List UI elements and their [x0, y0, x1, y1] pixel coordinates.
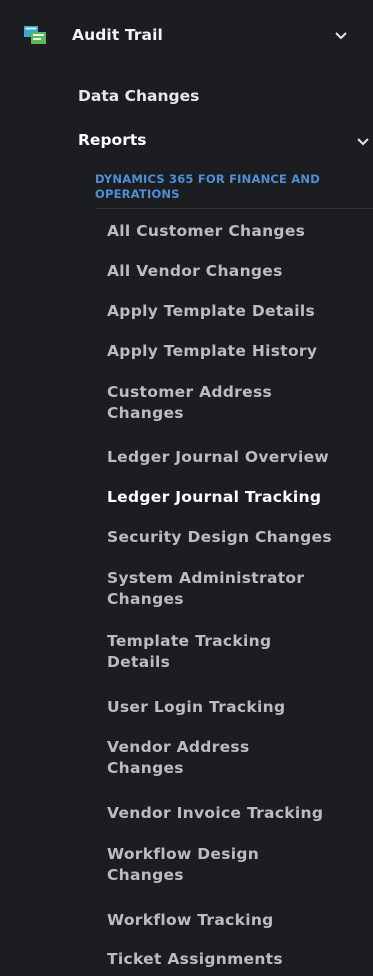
report-link[interactable]: Ledger Journal Overview — [107, 446, 329, 468]
chevron-down-icon[interactable] — [334, 31, 348, 41]
category-divider — [95, 208, 373, 209]
report-link[interactable]: Customer Address Changes — [107, 382, 322, 424]
report-link[interactable]: Vendor Invoice Tracking — [107, 802, 323, 824]
sidebar-nav: Audit Trail Data Changes Reports DYNAMIC… — [0, 0, 373, 976]
section-title: Audit Trail — [72, 26, 163, 44]
report-link[interactable]: System Administrator Changes — [107, 568, 332, 610]
report-link[interactable]: All Customer Changes — [107, 220, 305, 242]
report-link[interactable]: All Vendor Changes — [107, 260, 283, 282]
audit-trail-icon — [24, 26, 46, 44]
report-link[interactable]: Vendor Address Changes — [107, 737, 307, 779]
report-link[interactable]: User Login Tracking — [107, 696, 285, 718]
report-link-current[interactable]: Ledger Journal Tracking — [107, 486, 321, 508]
report-link[interactable]: Template Tracking Details — [107, 631, 307, 673]
report-link[interactable]: Apply Template History — [107, 340, 317, 362]
section-audit-trail[interactable]: Audit Trail — [0, 18, 373, 54]
report-link[interactable]: Workflow Design Changes — [107, 844, 307, 886]
report-link[interactable]: Ticket Assignments — [107, 948, 283, 970]
nav-item-reports[interactable]: Reports — [78, 129, 146, 151]
nav-item-data-changes[interactable]: Data Changes — [78, 85, 199, 107]
report-link[interactable]: Workflow Tracking — [107, 909, 274, 931]
report-link[interactable]: Apply Template Details — [107, 300, 315, 322]
category-heading: DYNAMICS 365 FOR FINANCE AND OPERATIONS — [95, 172, 320, 201]
chevron-down-icon[interactable] — [356, 137, 370, 147]
report-link[interactable]: Security Design Changes — [107, 526, 332, 548]
